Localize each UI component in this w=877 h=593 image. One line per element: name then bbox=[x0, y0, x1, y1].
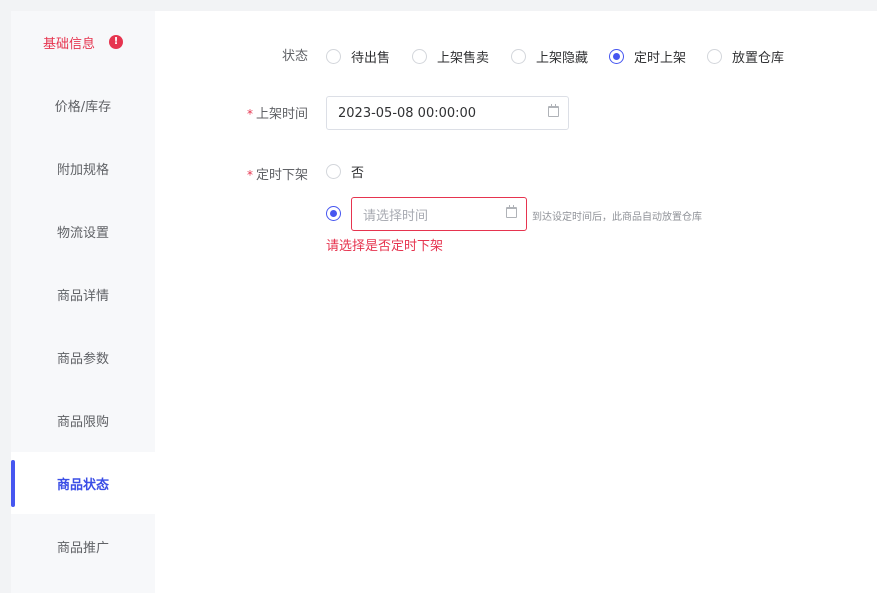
status-radio-pending[interactable]: 待出售 bbox=[326, 47, 390, 66]
radio-circle bbox=[326, 164, 341, 179]
status-radio-warehouse[interactable]: 放置仓库 bbox=[707, 47, 784, 66]
sidebar-item-label: 附加规格 bbox=[56, 162, 109, 178]
status-radio-on-sale[interactable]: 上架售卖 bbox=[412, 47, 489, 66]
sidebar-item-label: 商品参数 bbox=[56, 351, 109, 367]
sidebar-item-label: 物流设置 bbox=[56, 225, 109, 241]
sidebar-item-label: 商品详情 bbox=[56, 288, 109, 304]
required-mark: * bbox=[246, 107, 253, 121]
sidebar-item-promotion[interactable]: 商品推广 bbox=[11, 515, 155, 577]
sidebar-item-logistics[interactable]: 物流设置 bbox=[11, 200, 155, 262]
sidebar-item-label: 商品限购 bbox=[56, 414, 109, 430]
error-icon: ! bbox=[109, 35, 123, 49]
off-time-placeholder: 请选择时间 bbox=[363, 208, 429, 224]
scheduled-off-label-text: 定时下架 bbox=[255, 168, 308, 183]
radio-label: 否 bbox=[351, 166, 365, 181]
sidebar-nav: 基础信息 ! 价格/库存 附加规格 物流设置 商品详情 商品参数 商品限购 商品… bbox=[11, 11, 155, 593]
shelf-time-value: 2023-05-08 00:00:00 bbox=[338, 105, 477, 121]
sidebar-item-label: 价格/库存 bbox=[54, 99, 112, 115]
sidebar-item-product-detail[interactable]: 商品详情 bbox=[11, 263, 155, 325]
radio-circle-checked bbox=[326, 206, 341, 221]
sidebar-item-extra-spec[interactable]: 附加规格 bbox=[11, 137, 155, 199]
radio-label: 上架售卖 bbox=[437, 51, 490, 66]
radio-circle bbox=[412, 49, 427, 64]
sidebar-item-label: 基础信息 bbox=[42, 36, 95, 52]
sidebar-item-product-status[interactable]: 商品状态 bbox=[11, 452, 155, 514]
radio-circle bbox=[326, 49, 341, 64]
shelf-time-input[interactable]: 2023-05-08 00:00:00 bbox=[326, 96, 569, 130]
sidebar-item-basic-info[interactable]: 基础信息 ! bbox=[11, 11, 155, 73]
radio-circle bbox=[707, 49, 722, 64]
status-radio-scheduled[interactable]: 定时上架 bbox=[609, 47, 686, 66]
form-panel: 状态 待出售 上架售卖 上架隐藏 定时上架 放置仓库 * 上架时间 2023-05… bbox=[155, 11, 877, 593]
radio-label: 放置仓库 bbox=[732, 51, 785, 66]
calendar-icon bbox=[548, 104, 559, 117]
calendar-icon bbox=[506, 205, 517, 218]
scheduled-off-radio-no[interactable]: 否 bbox=[326, 162, 364, 181]
status-label-text: 状态 bbox=[281, 49, 308, 64]
radio-label: 定时上架 bbox=[634, 51, 687, 66]
status-radio-hidden[interactable]: 上架隐藏 bbox=[511, 47, 588, 66]
sidebar-item-purchase-limit[interactable]: 商品限购 bbox=[11, 389, 155, 451]
validation-error: 请选择是否定时下架 bbox=[326, 239, 444, 254]
radio-circle bbox=[511, 49, 526, 64]
shelf-time-label: * 上架时间 bbox=[155, 103, 308, 122]
sidebar-item-label: 商品状态 bbox=[56, 477, 109, 493]
active-indicator bbox=[11, 460, 15, 507]
sidebar-item-label: 商品推广 bbox=[56, 540, 109, 556]
radio-circle-checked bbox=[609, 49, 624, 64]
sidebar-item-product-params[interactable]: 商品参数 bbox=[11, 326, 155, 388]
off-time-input[interactable]: 请选择时间 bbox=[351, 197, 527, 231]
off-time-hint: 到达设定时间后，此商品自动放置仓库 bbox=[532, 212, 702, 223]
required-mark: * bbox=[246, 168, 253, 182]
sidebar-item-price-stock[interactable]: 价格/库存 bbox=[11, 74, 155, 136]
radio-label: 待出售 bbox=[351, 51, 391, 66]
status-label: 状态 bbox=[155, 45, 308, 64]
scheduled-off-label: * 定时下架 bbox=[155, 164, 308, 183]
page: 基础信息 ! 价格/库存 附加规格 物流设置 商品详情 商品参数 商品限购 商品… bbox=[0, 0, 877, 593]
scheduled-off-radio-time[interactable] bbox=[326, 206, 341, 221]
radio-label: 上架隐藏 bbox=[536, 51, 589, 66]
shelf-time-label-text: 上架时间 bbox=[255, 107, 308, 122]
